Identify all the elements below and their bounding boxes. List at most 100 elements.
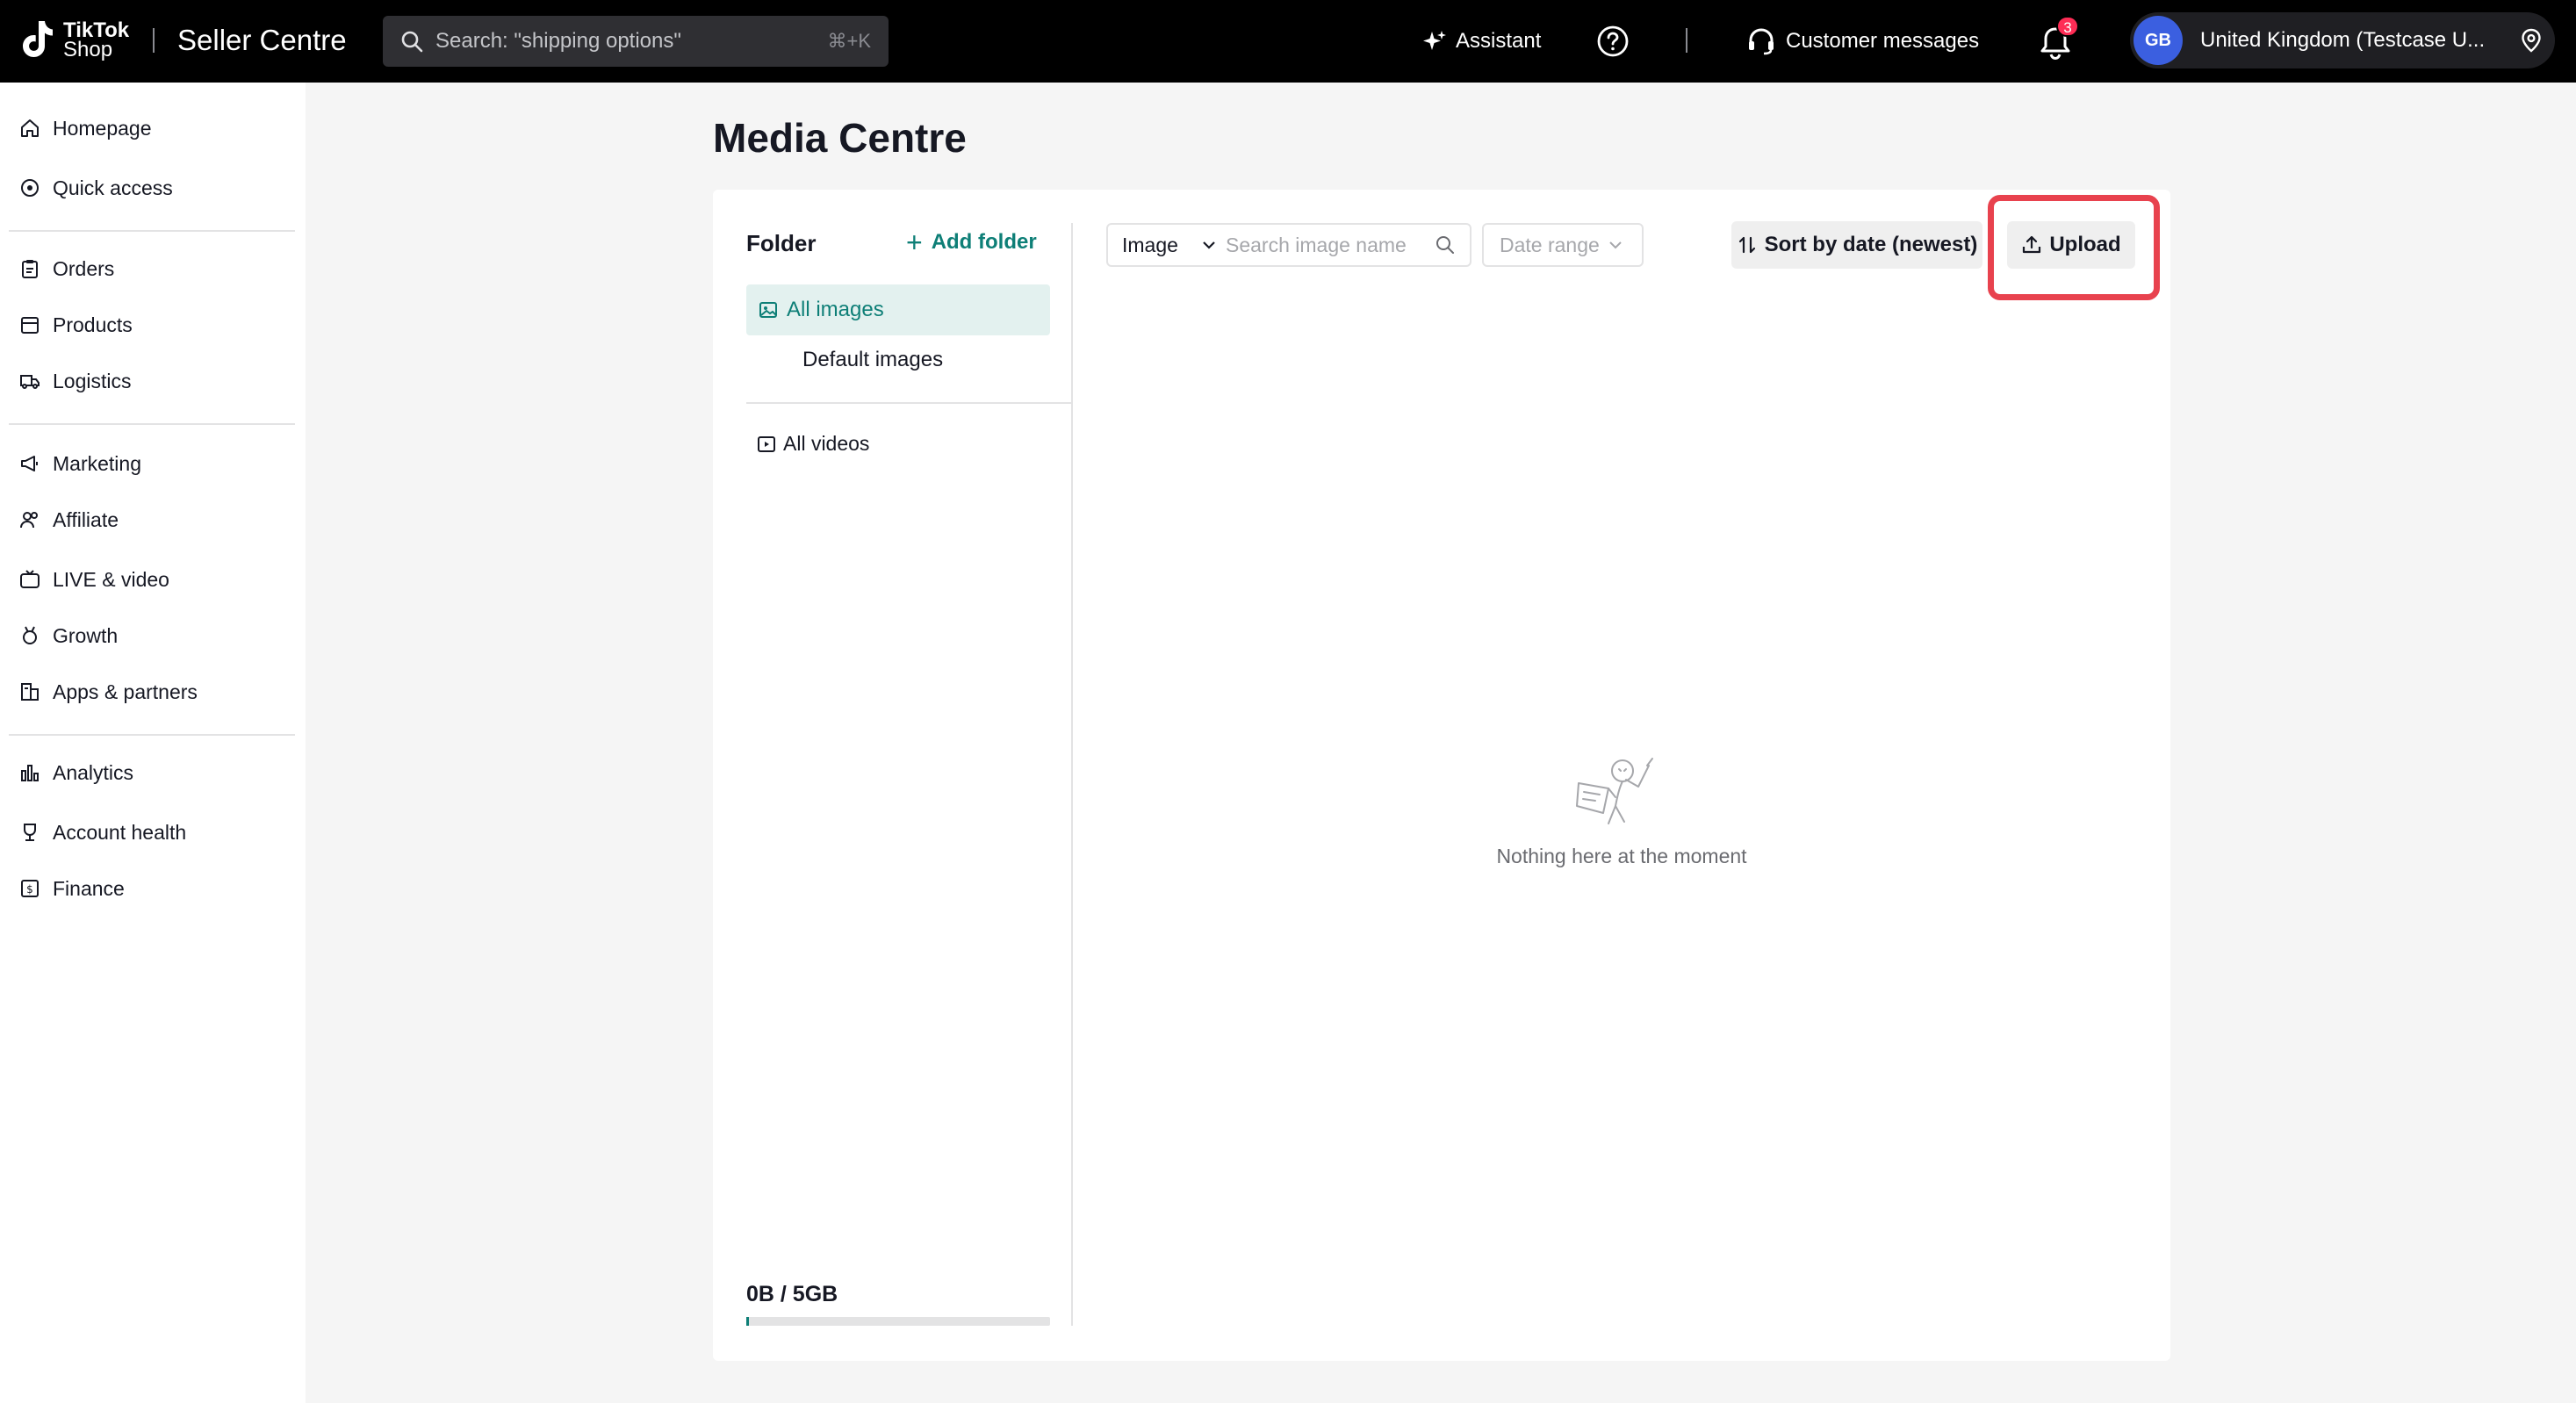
sidebar-item-live-video[interactable]: LIVE & video xyxy=(19,562,169,597)
customer-messages-button[interactable]: Customer messages xyxy=(1745,21,1979,61)
avatar: GB xyxy=(2133,16,2183,65)
date-range-placeholder: Date range xyxy=(1500,233,1600,256)
assistant-label: Assistant xyxy=(1456,29,1542,53)
header-divider xyxy=(153,28,155,53)
help-icon xyxy=(1597,25,1629,57)
sidebar: Homepage Quick access Orders Products Lo… xyxy=(0,83,306,1403)
building-icon xyxy=(19,681,40,702)
clipboard-icon xyxy=(19,258,40,279)
sidebar-item-label: LIVE & video xyxy=(53,567,169,591)
search-icon[interactable] xyxy=(1435,234,1456,255)
folder-all-images[interactable]: All images xyxy=(746,284,1050,335)
svg-text:$: $ xyxy=(26,883,33,896)
help-button[interactable] xyxy=(1596,21,1638,61)
notification-badge: 3 xyxy=(2056,16,2079,37)
storage-progress-fill xyxy=(746,1317,750,1326)
image-icon xyxy=(759,302,777,318)
sidebar-item-growth[interactable]: Growth xyxy=(19,618,118,653)
add-folder-label: Add folder xyxy=(931,230,1037,254)
sidebar-item-account-health[interactable]: Account health xyxy=(19,815,186,850)
sidebar-item-homepage[interactable]: Homepage xyxy=(19,111,152,146)
column-divider xyxy=(1071,223,1073,1326)
tiktok-logo-icon xyxy=(23,21,53,57)
account-name: United Kingdom (Testcase U... xyxy=(2200,28,2486,52)
search-placeholder: Search: "shipping options" xyxy=(435,29,681,53)
sidebar-item-marketing[interactable]: Marketing xyxy=(19,446,141,481)
sidebar-item-label: Analytics xyxy=(53,760,134,784)
truck-icon xyxy=(19,371,40,392)
search-icon xyxy=(401,31,423,53)
global-search-input[interactable]: Search: "shipping options" ⌘+K xyxy=(383,16,889,67)
date-range-picker[interactable]: Date range xyxy=(1482,223,1644,267)
compass-icon xyxy=(19,177,40,198)
sidebar-item-apps-partners[interactable]: Apps & partners xyxy=(19,674,198,709)
folder-heading: Folder xyxy=(746,230,817,256)
folder-default-images[interactable]: Default images xyxy=(802,348,943,372)
sidebar-item-orders[interactable]: Orders xyxy=(19,251,114,286)
media-search-group: Image Search image name xyxy=(1106,223,1471,267)
sort-by-date-button[interactable]: Sort by date (newest) xyxy=(1731,221,1982,269)
sidebar-item-quick-access[interactable]: Quick access xyxy=(19,170,173,205)
search-shortcut: ⌘+K xyxy=(827,30,871,52)
sidebar-divider xyxy=(9,734,295,736)
top-bar: TikTok Shop Seller Centre Search: "shipp… xyxy=(0,0,2576,83)
storage-progress-bar xyxy=(746,1317,1050,1326)
tiktok-shop-logo[interactable]: TikTok Shop xyxy=(18,18,129,63)
media-type-select[interactable]: Image xyxy=(1122,234,1201,257)
folder-all-videos[interactable]: All videos xyxy=(757,432,869,456)
upload-highlight-box xyxy=(1988,195,2160,300)
location-pin-icon xyxy=(2522,28,2541,53)
account-switcher[interactable]: GB United Kingdom (Testcase U... xyxy=(2130,12,2555,68)
home-icon xyxy=(19,118,40,139)
folder-divider xyxy=(746,402,1071,404)
folder-all-images-label: All images xyxy=(787,298,884,321)
sidebar-item-finance[interactable]: $ Finance xyxy=(19,871,125,906)
plus-icon: + xyxy=(906,227,923,258)
sidebar-item-label: Growth xyxy=(53,623,119,647)
empty-state-illustration-icon xyxy=(1576,758,1653,824)
sidebar-item-affiliate[interactable]: Affiliate xyxy=(19,502,119,537)
sidebar-item-label: Quick access xyxy=(53,176,173,199)
customer-messages-label: Customer messages xyxy=(1786,29,1980,53)
sidebar-item-products[interactable]: Products xyxy=(19,307,133,342)
video-icon xyxy=(758,435,775,452)
medal-icon xyxy=(19,625,40,646)
sort-icon xyxy=(1738,236,1755,254)
chevron-down-icon[interactable] xyxy=(1201,240,1217,250)
header-separator xyxy=(1686,28,1687,53)
headset-icon xyxy=(1749,28,1774,55)
empty-state-text: Nothing here at the moment xyxy=(1496,845,1747,867)
sidebar-item-label: Apps & partners xyxy=(53,680,198,703)
sidebar-item-label: Affiliate xyxy=(53,507,119,531)
add-folder-button[interactable]: + Add folder xyxy=(906,227,1037,258)
people-icon xyxy=(19,509,40,530)
chevron-down-icon xyxy=(1609,241,1622,249)
page-title: Media Centre xyxy=(713,115,967,161)
finance-icon: $ xyxy=(19,878,40,899)
sidebar-item-label: Finance xyxy=(53,876,125,900)
sidebar-divider xyxy=(9,230,295,232)
live-icon xyxy=(19,569,40,590)
folder-all-videos-label: All videos xyxy=(783,432,870,455)
sidebar-item-label: Homepage xyxy=(53,116,152,140)
assistant-button[interactable]: Assistant xyxy=(1422,21,1541,61)
sidebar-item-logistics[interactable]: Logistics xyxy=(19,363,131,399)
sidebar-divider xyxy=(9,423,295,425)
sidebar-item-label: Products xyxy=(53,313,133,336)
sidebar-item-analytics[interactable]: Analytics xyxy=(19,755,133,790)
megaphone-icon xyxy=(19,453,40,474)
sort-label: Sort by date (newest) xyxy=(1764,233,1978,256)
box-icon xyxy=(19,314,40,335)
sparkle-icon xyxy=(1423,31,1446,50)
bar-chart-icon xyxy=(19,762,40,783)
storage-usage-text: 0B / 5GB xyxy=(746,1282,838,1306)
sidebar-item-label: Orders xyxy=(53,256,115,280)
notifications-button[interactable]: 3 xyxy=(2035,16,2081,65)
sidebar-item-label: Account health xyxy=(53,820,187,844)
trophy-icon xyxy=(19,822,40,843)
logo-shop-text: Shop xyxy=(63,38,113,61)
sidebar-item-label: Marketing xyxy=(53,451,141,475)
search-image-input[interactable]: Search image name xyxy=(1226,234,1435,257)
app-title: Seller Centre xyxy=(177,24,347,56)
sidebar-item-label: Logistics xyxy=(53,369,132,392)
